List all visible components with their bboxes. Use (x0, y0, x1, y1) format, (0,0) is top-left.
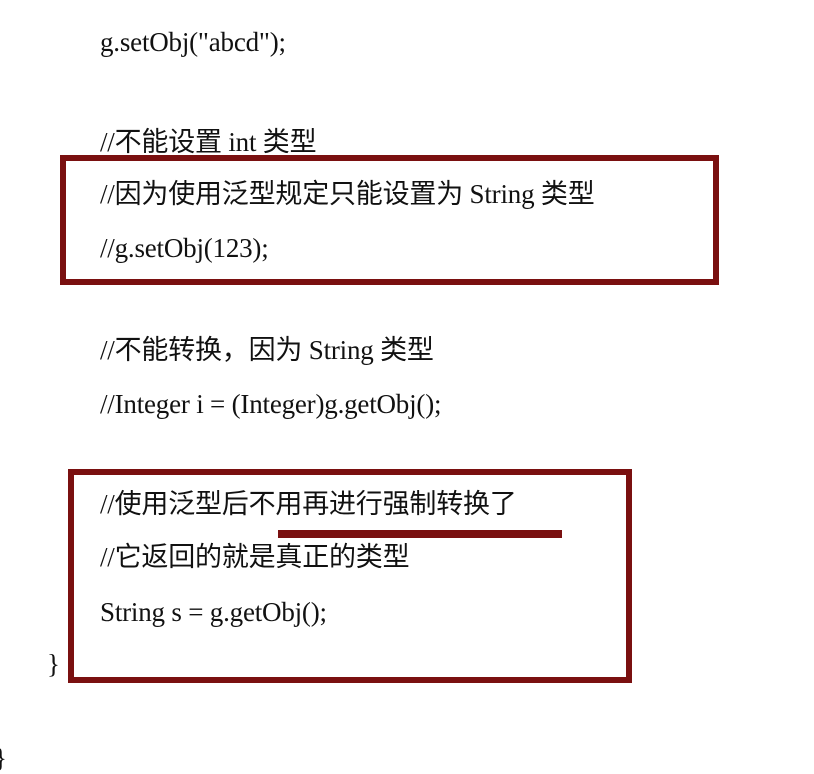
closing-brace-outer: } (0, 742, 7, 774)
underline-mark (278, 530, 562, 538)
highlight-box-top (60, 155, 719, 285)
comment-setobj-123: //g.setObj(123); (100, 233, 269, 263)
comment-real-type: //它返回的就是真正的类型 (100, 542, 410, 572)
code-line-string-s: String s = g.getObj(); (100, 597, 327, 627)
closing-brace: } (47, 649, 60, 679)
comment-no-cast-needed: //使用泛型后不用再进行强制转换了 (100, 489, 517, 519)
comment-no-convert: //不能转换，因为 String 类型 (100, 335, 434, 365)
comment-integer-cast: //Integer i = (Integer)g.getObj(); (100, 389, 442, 419)
code-line-setobj: g.setObj("abcd"); (100, 27, 286, 57)
comment-generic-reason: //因为使用泛型规定只能设置为 String 类型 (100, 179, 595, 209)
comment-no-int: //不能设置 int 类型 (100, 127, 317, 157)
